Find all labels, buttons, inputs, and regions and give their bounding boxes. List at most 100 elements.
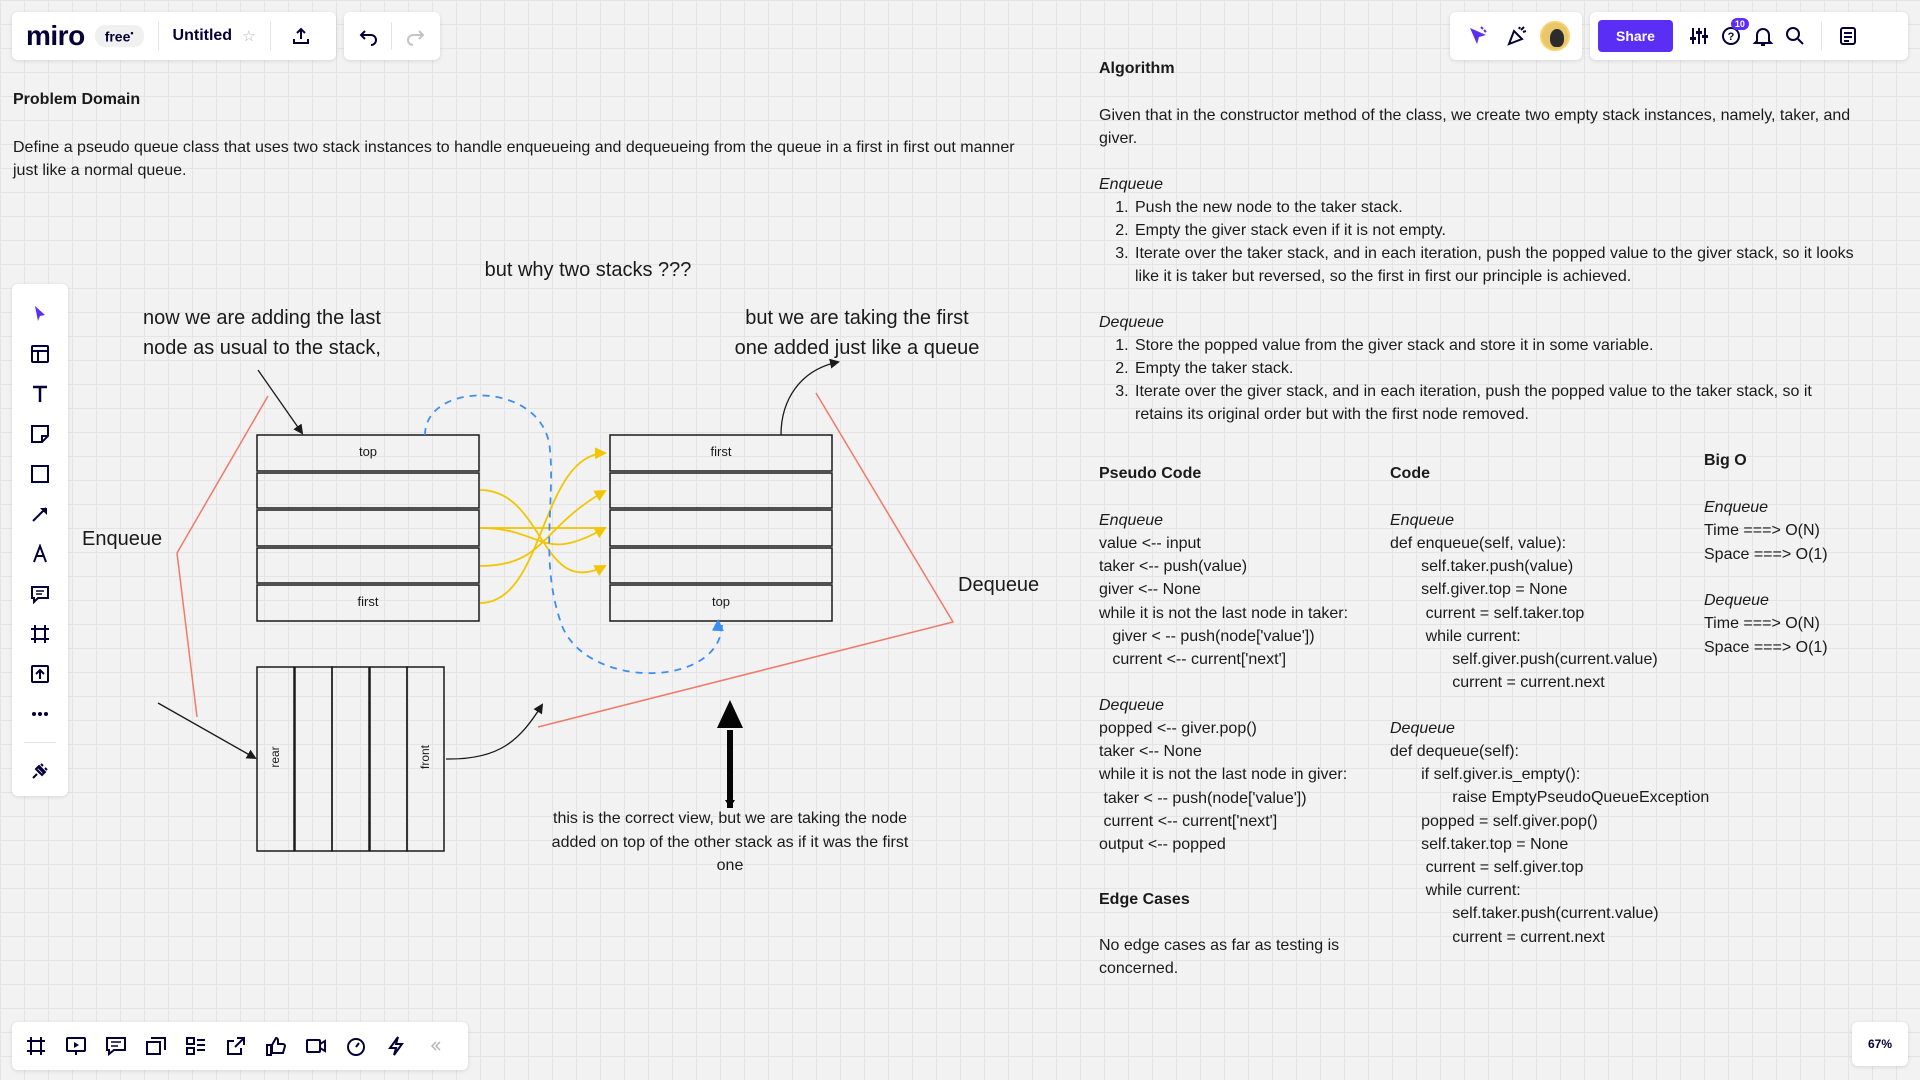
- edge-cases-title: Edge Cases: [1099, 891, 1190, 908]
- dequeue-label: Dequeue: [958, 574, 1040, 596]
- timer-icon[interactable]: [340, 1030, 372, 1062]
- queue-front-label: front: [418, 745, 432, 770]
- follow-cursor-icon[interactable]: [1462, 20, 1494, 52]
- code-line: self.giver.top = None: [1390, 581, 1568, 599]
- code-line: output <-- popped: [1099, 836, 1226, 854]
- code-line: self.giver.push(current.value): [1390, 651, 1658, 669]
- big-o-title: Big O: [1704, 452, 1747, 469]
- celebrate-icon[interactable]: [1501, 20, 1533, 52]
- algorithm-title: Algorithm: [1099, 60, 1175, 77]
- pseudo-dequeue-title: Dequeue: [1099, 697, 1164, 714]
- search-icon[interactable]: [1779, 20, 1811, 52]
- user-avatar[interactable]: [1540, 21, 1571, 51]
- video-icon[interactable]: [300, 1030, 332, 1062]
- queue-shape[interactable]: [256, 666, 445, 852]
- edge-cases-line2: concerned.: [1099, 960, 1179, 977]
- enqueue-bracket: [176, 395, 269, 718]
- big-o-dequeue-space: Space ===> O(1): [1704, 639, 1828, 656]
- pseudo-dequeue-lines: popped <-- giver.pop() taker <-- None wh…: [1099, 717, 1347, 856]
- code-line: current = self.giver.top: [1390, 859, 1584, 877]
- adding-label-line2: node as usual to the stack,: [143, 337, 381, 359]
- dashed-loop-arrow: [424, 394, 724, 674]
- frames-icon[interactable]: [20, 1030, 52, 1062]
- stack-diagram: [157, 358, 955, 852]
- step-text: Iterate over the taker stack, and in eac…: [1135, 245, 1854, 262]
- code-line: giver <-- None: [1099, 581, 1201, 599]
- list-item: Store the popped value from the giver st…: [1133, 334, 1919, 357]
- code-line: def enqueue(self, value):: [1390, 535, 1567, 552]
- step-text-continued: retains its original order but with the …: [1135, 406, 1529, 423]
- enqueue-label: Enqueue: [82, 528, 163, 550]
- correct-view-line3: one: [716, 857, 744, 874]
- algorithm-dequeue-steps: Store the popped value from the giver st…: [1099, 334, 1919, 426]
- help-icon[interactable]: ? 10: [1715, 18, 1749, 52]
- presentation-icon[interactable]: [60, 1030, 92, 1062]
- code-line: value <-- input: [1099, 535, 1201, 552]
- comments-icon[interactable]: [100, 1030, 132, 1062]
- queue-rear-label: rear: [268, 746, 282, 768]
- svg-text:?: ?: [1728, 31, 1735, 43]
- reactions-icon[interactable]: [260, 1030, 292, 1062]
- main-toolbar: Share ? 10: [1590, 12, 1908, 60]
- taking-label-line1: but we are taking the first: [745, 307, 969, 329]
- code-line: while it is not the last node in giver:: [1099, 766, 1348, 784]
- collaboration-toolbar: [1450, 12, 1582, 60]
- code-enqueue-title: Enqueue: [1390, 512, 1455, 529]
- cards-icon[interactable]: [140, 1030, 172, 1062]
- zoom-level[interactable]: 67%: [1852, 1022, 1908, 1066]
- algorithm-enqueue-title: Enqueue: [1099, 176, 1164, 193]
- share-screen-icon[interactable]: [220, 1030, 252, 1062]
- code-line: def dequeue(self):: [1390, 743, 1519, 760]
- big-o-dequeue-time: Time ===> O(N): [1704, 615, 1820, 632]
- rear-arrow: [157, 702, 257, 759]
- bell-icon[interactable]: [1747, 20, 1779, 52]
- kanban-icon[interactable]: [180, 1030, 212, 1062]
- edge-cases-line1: No edge cases as far as testing is: [1099, 937, 1340, 954]
- big-up-arrow: [717, 700, 743, 808]
- code-line: current <-- current['next']: [1099, 812, 1278, 830]
- big-o-enqueue-title: Enqueue: [1704, 499, 1769, 516]
- list-item: Empty the giver stack even if it is not …: [1133, 219, 1919, 242]
- collaboration-bottom-toolbar: [12, 1022, 468, 1070]
- code-line: current = current.next: [1390, 674, 1605, 692]
- algorithm-dequeue-title: Dequeue: [1099, 314, 1164, 331]
- code-line: taker <-- None: [1099, 743, 1202, 761]
- left-stack-top-label: top: [358, 444, 378, 459]
- front-arrow: [445, 703, 544, 760]
- step-text: Iterate over the giver stack, and in eac…: [1135, 383, 1812, 400]
- taking-arrow: [780, 358, 840, 436]
- transfer-arrows: [479, 447, 607, 604]
- code-line: popped = self.giver.pop(): [1390, 812, 1598, 830]
- settings-sliders-icon[interactable]: [1683, 20, 1715, 52]
- code-line: current = self.taker.top: [1390, 604, 1585, 622]
- code-line: raise EmptyPseudoQueueException: [1390, 789, 1710, 807]
- code-dequeue-title: Dequeue: [1390, 720, 1455, 737]
- pseudo-code-title: Pseudo Code: [1099, 465, 1202, 482]
- correct-view-line2: added on top of the other stack as if it…: [551, 834, 909, 851]
- code-enqueue-lines: def enqueue(self, value): self.taker.pus…: [1390, 532, 1658, 694]
- code-line: current <-- current['next']: [1099, 651, 1287, 669]
- correct-view-line1: this is the correct view, but we are tak…: [553, 810, 907, 827]
- pseudo-enqueue-lines: value <-- input taker <-- push(value) gi…: [1099, 532, 1348, 671]
- right-stack-top-label: top: [711, 594, 731, 609]
- code-line: taker < -- push(node['value']): [1099, 789, 1307, 807]
- big-o-dequeue-title: Dequeue: [1704, 592, 1769, 609]
- code-line: self.taker.push(current.value): [1390, 905, 1659, 923]
- step-text-continued: like it is taker but reversed, so the fi…: [1135, 268, 1632, 285]
- lightning-icon[interactable]: [380, 1030, 412, 1062]
- list-item: Iterate over the taker stack, and in eac…: [1133, 242, 1919, 288]
- why-two-stacks-label: but why two stacks ???: [484, 259, 692, 281]
- code-line: taker <-- push(value): [1099, 558, 1248, 576]
- code-line: giver < -- push(node['value']): [1099, 627, 1315, 645]
- code-line: self.taker.top = None: [1390, 835, 1569, 853]
- algorithm-enqueue-steps: Push the new node to the taker stack. Em…: [1099, 196, 1919, 288]
- share-button[interactable]: Share: [1598, 20, 1673, 52]
- big-o-enqueue-time: Time ===> O(N): [1704, 522, 1820, 539]
- right-stack-first-label: first: [710, 444, 732, 459]
- list-item: Empty the taker stack.: [1133, 357, 1919, 380]
- board-notes-icon[interactable]: [1832, 20, 1864, 52]
- taking-label-line2: one added just like a queue: [734, 337, 980, 359]
- left-stack-first-label: first: [357, 594, 379, 609]
- divider: [1820, 22, 1822, 50]
- collapse-icon[interactable]: [420, 1030, 452, 1062]
